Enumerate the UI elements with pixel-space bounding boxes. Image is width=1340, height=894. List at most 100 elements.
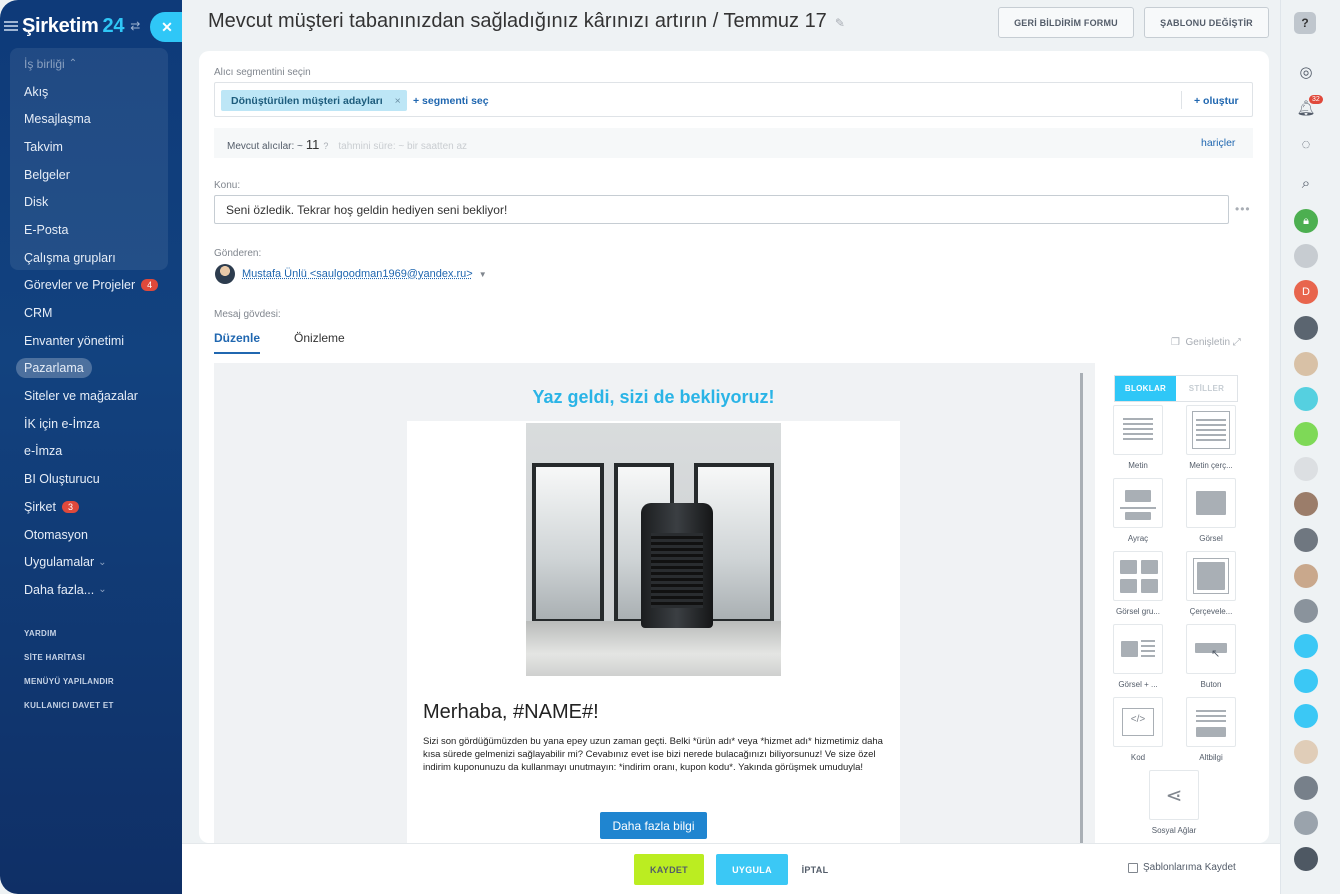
apply-button[interactable]: UYGULA bbox=[716, 854, 788, 885]
sidebar-item-hr-esign[interactable]: İK için e-İmza bbox=[0, 410, 182, 438]
invite-user-link[interactable]: KULLANICI DAVET ET bbox=[24, 700, 114, 724]
block-image-text[interactable]: Görsel + ... bbox=[1112, 624, 1164, 689]
sender-avatar bbox=[215, 264, 235, 284]
recipients-label: Mevcut alıcılar: ~ bbox=[227, 141, 303, 152]
more-options-icon[interactable]: ••• bbox=[1235, 202, 1251, 216]
lock-icon[interactable]: 🔒︎ bbox=[1294, 209, 1318, 233]
block-code[interactable]: </> Kod bbox=[1112, 697, 1164, 762]
block-image-group[interactable]: Görsel gru... bbox=[1112, 551, 1164, 616]
sitemap-link[interactable]: SİTE HARİTASI bbox=[24, 652, 114, 676]
block-footer[interactable]: Altbilgi bbox=[1185, 697, 1237, 762]
activity-icon[interactable]: ◎ bbox=[1294, 60, 1318, 84]
sidebar-item-workgroups[interactable]: Çalışma grupları bbox=[0, 244, 182, 272]
sidebar-item-company[interactable]: Şirket 3 bbox=[0, 493, 182, 521]
logo-number: 24 bbox=[102, 14, 125, 37]
block-framed-image[interactable]: Çerçevele... bbox=[1185, 551, 1237, 616]
sidebar-item-calendar[interactable]: Takvim bbox=[0, 133, 182, 161]
configure-menu-link[interactable]: MENÜYÜ YAPILANDIR bbox=[24, 676, 114, 700]
text-frame-block-icon bbox=[1186, 405, 1236, 455]
sidebar-item-email[interactable]: E-Posta bbox=[0, 216, 182, 244]
email-body-text[interactable]: Sizi son gördüğümüzden bu yana epey uzun… bbox=[423, 735, 893, 774]
user-avatar[interactable] bbox=[1294, 528, 1318, 552]
user-avatar[interactable] bbox=[1294, 740, 1318, 764]
sidebar-item-bi-builder[interactable]: BI Oluşturucu bbox=[0, 465, 182, 493]
search-icon[interactable]: ⌕ bbox=[1294, 171, 1318, 195]
sidebar-item-more[interactable]: Daha fazla... ⌄ bbox=[0, 576, 182, 604]
save-to-templates-checkbox[interactable]: Şablonlarıma Kaydet bbox=[1128, 862, 1236, 873]
sidebar-item-esign[interactable]: e-İmza bbox=[0, 438, 182, 466]
block-caption: Görsel + ... bbox=[1118, 680, 1158, 689]
block-image[interactable]: Görsel bbox=[1185, 478, 1237, 543]
user-avatar[interactable] bbox=[1294, 564, 1318, 588]
block-text[interactable]: Metin bbox=[1112, 405, 1164, 470]
expand-button[interactable]: ❐ Genişletin ⤢ bbox=[1171, 337, 1241, 348]
help-icon[interactable]: ? bbox=[323, 141, 328, 151]
sidebar-item-automation[interactable]: Otomasyon bbox=[0, 521, 182, 549]
email-cta-button[interactable]: Daha fazla bilgi bbox=[600, 812, 707, 839]
feedback-form-button[interactable]: GERİ BİLDİRİM FORMU bbox=[998, 7, 1134, 38]
email-canvas[interactable]: Yaz geldi, sizi de bekliyoruz! Merhaba, … bbox=[224, 373, 1083, 843]
sidebar-item-apps[interactable]: Uygulamalar ⌄ bbox=[0, 548, 182, 576]
pencil-icon[interactable]: ✎ bbox=[835, 16, 845, 30]
sidebar-item-documents[interactable]: Belgeler bbox=[0, 161, 182, 189]
user-avatar[interactable] bbox=[1294, 492, 1318, 516]
user-avatar[interactable] bbox=[1294, 811, 1318, 835]
segment-selector[interactable]: Dönüştürülen müşteri adayları × + segment… bbox=[214, 82, 1253, 117]
sidebar-item-sites[interactable]: Siteler ve mağazalar bbox=[0, 382, 182, 410]
close-sidebar-button[interactable]: ✕ bbox=[150, 12, 182, 42]
tab-preview[interactable]: Önizleme bbox=[294, 331, 345, 354]
sidebar-item-tasks[interactable]: Görevler ve Projeler 4 bbox=[0, 272, 182, 300]
help-link[interactable]: YARDIM bbox=[24, 628, 114, 652]
sidebar-item-disk[interactable]: Disk bbox=[0, 188, 182, 216]
subject-input[interactable]: Seni özledik. Tekrar hoş geldin hediyen … bbox=[214, 195, 1229, 224]
segment-chip[interactable]: Dönüştürülen müşteri adayları × bbox=[221, 90, 407, 111]
user-avatar[interactable] bbox=[1294, 599, 1318, 623]
product-photo[interactable] bbox=[526, 423, 781, 676]
chevron-up-icon: ⌃ bbox=[68, 58, 78, 70]
hamburger-menu-icon[interactable] bbox=[4, 21, 18, 31]
block-divider[interactable]: Ayraç bbox=[1112, 478, 1164, 543]
user-group-icon[interactable] bbox=[1294, 634, 1318, 658]
sidebar-item-inventory[interactable]: Envanter yönetimi bbox=[0, 327, 182, 355]
create-segment-link[interactable]: + oluştur bbox=[1194, 95, 1239, 107]
framed-image-block-icon bbox=[1186, 551, 1236, 601]
user-avatar[interactable] bbox=[1294, 316, 1318, 340]
remove-chip-icon[interactable]: × bbox=[395, 95, 401, 107]
company-logo[interactable]: Şirketim 24 bbox=[22, 15, 124, 38]
sidebar-item-collaboration[interactable]: İş birliği ⌃ bbox=[0, 50, 182, 78]
change-template-button[interactable]: ŞABLONU DEĞİŞTİR bbox=[1144, 7, 1269, 38]
tab-edit[interactable]: Düzenle bbox=[214, 331, 261, 354]
open-channel-icon[interactable] bbox=[1294, 387, 1318, 411]
select-segment-link[interactable]: + segmenti seç bbox=[413, 95, 489, 107]
user-avatar[interactable] bbox=[1294, 776, 1318, 800]
save-template-label: Şablonlarıma Kaydet bbox=[1143, 862, 1236, 873]
cancel-button[interactable]: İPTAL bbox=[798, 854, 832, 885]
chat-icon[interactable]: ◌ bbox=[1294, 132, 1318, 156]
help-icon[interactable]: ? bbox=[1294, 12, 1316, 34]
sidebar-item-messenger[interactable]: Mesajlaşma bbox=[0, 105, 182, 133]
user-group-icon[interactable] bbox=[1294, 704, 1318, 728]
block-social[interactable]: ⋖ Sosyal Ağlar bbox=[1148, 770, 1200, 835]
block-text-frame[interactable]: Metin çerç... bbox=[1185, 405, 1237, 470]
user-avatar[interactable] bbox=[1294, 244, 1318, 268]
user-avatar-letter[interactable]: D bbox=[1294, 280, 1318, 304]
group-chat-icon[interactable] bbox=[1294, 422, 1318, 446]
image-avatar[interactable] bbox=[1294, 457, 1318, 481]
sidebar-item-feed[interactable]: Akış bbox=[0, 78, 182, 106]
sidebar-item-label: Siteler ve mağazalar bbox=[24, 389, 138, 404]
user-avatar[interactable] bbox=[1294, 847, 1318, 871]
exclusions-link[interactable]: hariçler bbox=[1201, 137, 1235, 149]
block-button[interactable]: ↖ Buton bbox=[1185, 624, 1237, 689]
email-banner-heading[interactable]: Yaz geldi, sizi de bekliyoruz! bbox=[224, 387, 1083, 408]
email-greeting[interactable]: Merhaba, #NAME#! bbox=[423, 701, 599, 724]
save-button[interactable]: KAYDET bbox=[634, 854, 704, 885]
sender-selector[interactable]: Mustafa Ünlü <saulgoodman1969@yandex.ru>… bbox=[215, 264, 487, 284]
sidebar-item-crm[interactable]: CRM bbox=[0, 299, 182, 327]
user-group-icon[interactable] bbox=[1294, 669, 1318, 693]
user-avatar[interactable] bbox=[1294, 352, 1318, 376]
floor bbox=[526, 621, 781, 676]
tab-styles[interactable]: STİLLER bbox=[1176, 376, 1237, 401]
sidebar-item-marketing[interactable]: Pazarlama bbox=[0, 355, 182, 383]
tab-blocks[interactable]: BLOKLAR bbox=[1115, 376, 1176, 401]
swap-icon[interactable]: ⇄ bbox=[130, 19, 140, 33]
